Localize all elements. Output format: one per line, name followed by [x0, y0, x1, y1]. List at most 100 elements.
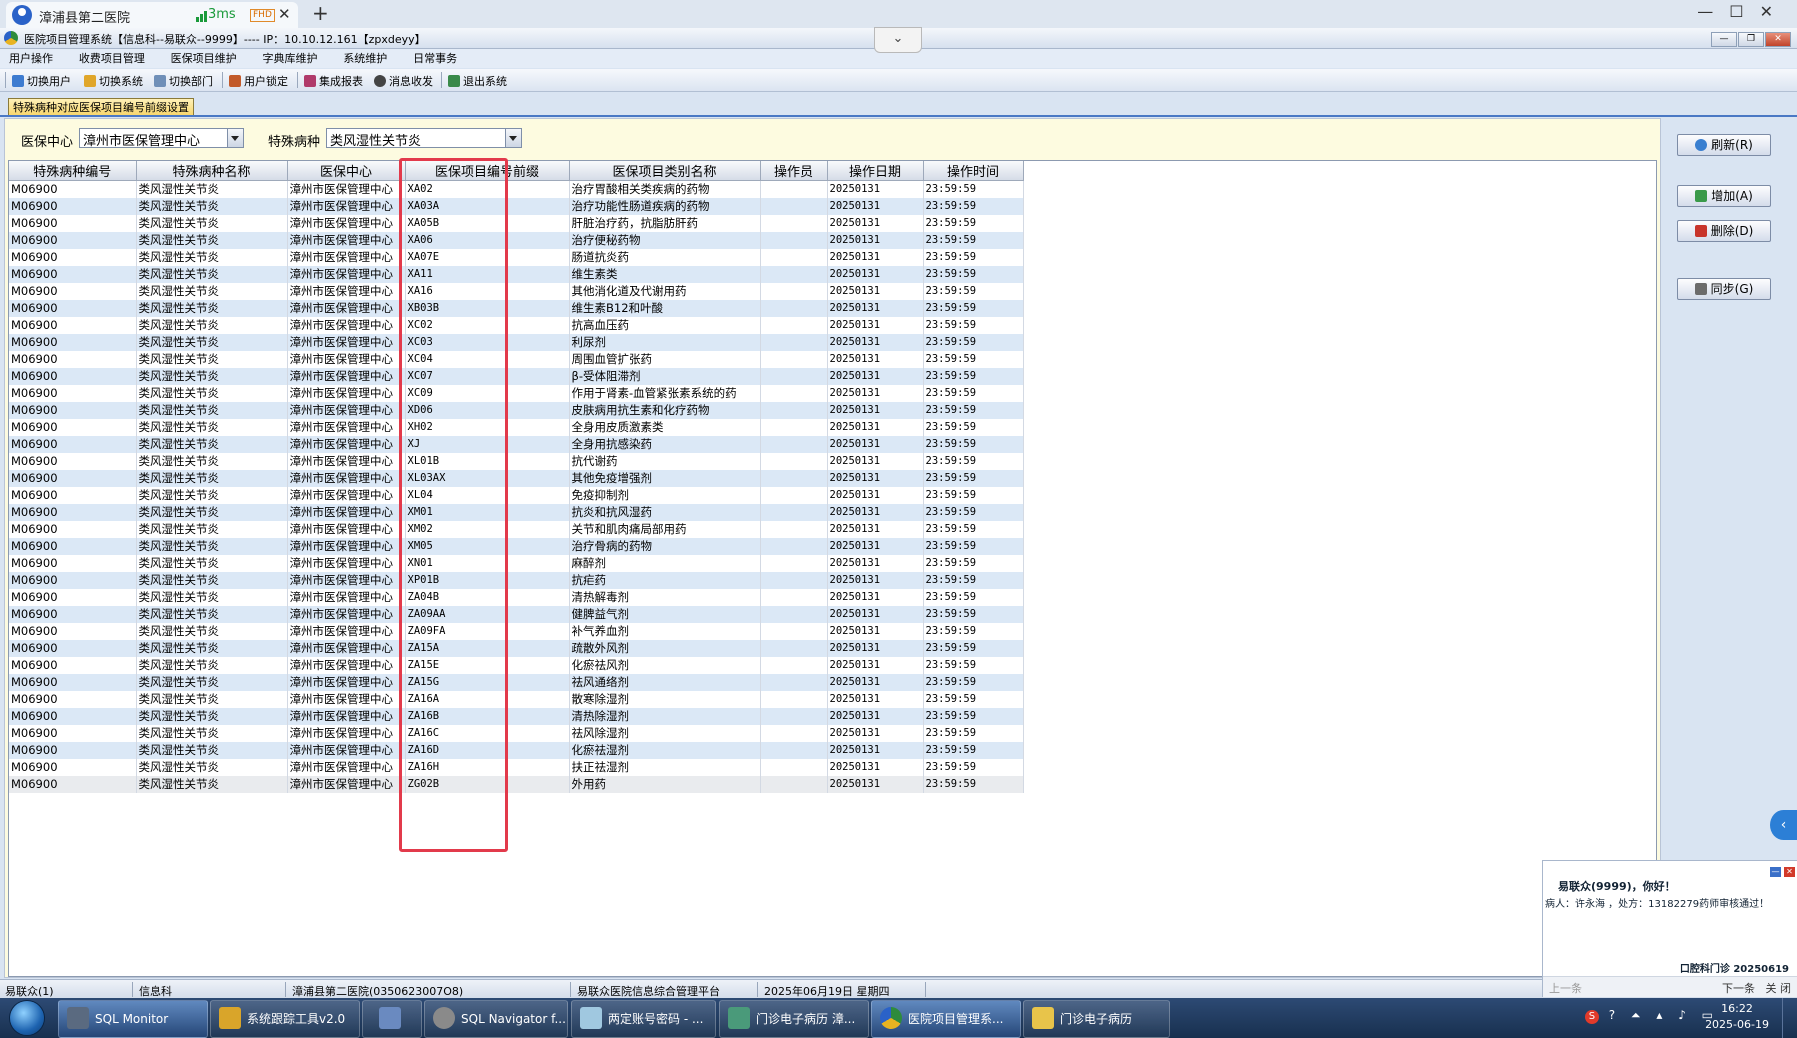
table-row[interactable]: M06900 类风湿性关节炎 漳州市医保管理中心 ZA16B 清热除湿剂 20250131…: [9, 708, 1024, 725]
menu-insurance-items[interactable]: 医保项目维护: [171, 49, 237, 68]
table-row[interactable]: M06900 类风湿性关节炎 漳州市医保管理中心 XC02 抗高血压药 20250131 2…: [9, 317, 1024, 334]
menu-system[interactable]: 系统维护: [343, 49, 387, 68]
table-row[interactable]: M06900 类风湿性关节炎 漳州市医保管理中心 ZA16C 祛风除湿剂 20250131…: [9, 725, 1024, 742]
popup-prev-button[interactable]: 上一条: [1549, 980, 1582, 996]
popup-next-button[interactable]: 下一条: [1722, 980, 1755, 996]
table-row[interactable]: M06900 类风湿性关节炎 漳州市医保管理中心 ZG02B 外用药 20250131 23…: [9, 776, 1024, 793]
table-row[interactable]: M06900 类风湿性关节炎 漳州市医保管理中心 XC04 周围血管扩张药 2025013…: [9, 351, 1024, 368]
table-row[interactable]: M06900 类风湿性关节炎 漳州市医保管理中心 XP01B 抗疟药 20250131 23…: [9, 572, 1024, 589]
add-button[interactable]: 增加(A): [1677, 185, 1771, 207]
table-row[interactable]: M06900 类风湿性关节炎 漳州市医保管理中心 ZA15A 疏散外风剂 20250131…: [9, 640, 1024, 657]
disease-select[interactable]: 类风湿性关节炎: [326, 128, 522, 149]
popup-minimize-icon[interactable]: —: [1770, 867, 1781, 877]
table-row[interactable]: M06900 类风湿性关节炎 漳州市医保管理中心 XM05 治疗骨病的药物 2025013…: [9, 538, 1024, 555]
table-row[interactable]: M06900 类风湿性关节炎 漳州市医保管理中心 ZA15G 祛风通络剂 20250131…: [9, 674, 1024, 691]
table-row[interactable]: M06900 类风湿性关节炎 漳州市医保管理中心 XA06 治疗便秘药物 20250131…: [9, 232, 1024, 249]
toolbar-message[interactable]: 消息收发: [374, 73, 433, 89]
delete-button[interactable]: 删除(D): [1677, 220, 1771, 242]
menu-daily[interactable]: 日常事务: [413, 49, 457, 68]
chevron-down-icon[interactable]: [505, 129, 521, 147]
table-row[interactable]: M06900 类风湿性关节炎 漳州市医保管理中心 XM01 抗炎和抗风湿药 2025013…: [9, 504, 1024, 521]
side-expand-icon[interactable]: ‹: [1770, 810, 1797, 840]
table-row[interactable]: M06900 类风湿性关节炎 漳州市医保管理中心 ZA09AA 健脾益气剂 2025013…: [9, 606, 1024, 623]
show-desktop-button[interactable]: [1782, 998, 1797, 1038]
table-cell: 20250131: [827, 368, 924, 385]
table-row[interactable]: M06900 类风湿性关节炎 漳州市医保管理中心 XC07 β-受体阻滞剂 2025013…: [9, 368, 1024, 385]
column-header[interactable]: 医保中心: [287, 161, 406, 181]
table-row[interactable]: M06900 类风湿性关节炎 漳州市医保管理中心 XL01B 抗代谢药 20250131 2…: [9, 453, 1024, 470]
table-row[interactable]: M06900 类风湿性关节炎 漳州市医保管理中心 XA03A 治疗功能性肠道疾病的药物 2…: [9, 198, 1024, 215]
taskbar-item-sql-navigator[interactable]: SQL Navigator f...: [424, 1000, 568, 1038]
table-row[interactable]: M06900 类风湿性关节炎 漳州市医保管理中心 ZA16A 散寒除湿剂 20250131…: [9, 691, 1024, 708]
table-row[interactable]: M06900 类风湿性关节炎 漳州市医保管理中心 XC09 作用于肾素-血管紧张素系统的…: [9, 385, 1024, 402]
column-header[interactable]: 操作日期: [827, 161, 924, 181]
taskbar-item-trace-tool[interactable]: 系统跟踪工具v2.0: [210, 1000, 360, 1038]
toolbar-user-lock[interactable]: 用户锁定: [229, 73, 288, 89]
table-row[interactable]: M06900 类风湿性关节炎 漳州市医保管理中心 XL04 免疫抑制剂 20250131 2…: [9, 487, 1024, 504]
collapse-chevron-icon[interactable]: ⌄: [874, 27, 922, 53]
table-row[interactable]: M06900 类风湿性关节炎 漳州市医保管理中心 XL03AX 其他免疫增强剂 20250…: [9, 470, 1024, 487]
table-cell: 类风湿性关节炎: [136, 555, 288, 572]
table-row[interactable]: M06900 类风湿性关节炎 漳州市医保管理中心 XA02 治疗胃酸相关类疾病的药物 20…: [9, 180, 1024, 198]
center-select[interactable]: 漳州市医保管理中心: [79, 128, 244, 149]
table-row[interactable]: M06900 类风湿性关节炎 漳州市医保管理中心 XJ 全身用抗感染药 20250131 2…: [9, 436, 1024, 453]
toolbar-exit[interactable]: 退出系统: [448, 73, 507, 89]
table-cell: 20250131: [827, 334, 924, 351]
table-row[interactable]: M06900 类风湿性关节炎 漳州市医保管理中心 ZA16H 扶正祛湿剂 20250131…: [9, 759, 1024, 776]
table-row[interactable]: M06900 类风湿性关节炎 漳州市医保管理中心 XN01 麻醉剂 20250131 23:…: [9, 555, 1024, 572]
table-cell: [760, 572, 828, 589]
table-cell: 类风湿性关节炎: [136, 453, 288, 470]
toolbar-system-switch[interactable]: 切换系统: [84, 73, 143, 89]
new-tab-button[interactable]: +: [312, 1, 329, 25]
taskbar-item-clinic-emr[interactable]: 门诊电子病历 漳...: [719, 1000, 869, 1038]
start-button[interactable]: [10, 1001, 44, 1035]
taskbar-item-remote[interactable]: [362, 1000, 422, 1038]
restore-button[interactable]: ❐: [1738, 32, 1764, 47]
table-row[interactable]: M06900 类风湿性关节炎 漳州市医保管理中心 XA11 维生素类 20250131 23…: [9, 266, 1024, 283]
taskbar-item-hospital-app[interactable]: 医院项目管理系...: [871, 1000, 1021, 1038]
column-header[interactable]: 操作时间: [923, 161, 1024, 181]
table-row[interactable]: M06900 类风湿性关节炎 漳州市医保管理中心 XA05B 肝脏治疗药，抗脂肪肝药 20…: [9, 215, 1024, 232]
menu-dictionary[interactable]: 字典库维护: [262, 49, 317, 68]
table-row[interactable]: M06900 类风湿性关节炎 漳州市医保管理中心 XA07E 肠道抗炎药 20250131…: [9, 249, 1024, 266]
taskbar-item-sql-monitor[interactable]: SQL Monitor: [58, 1000, 208, 1038]
tab-close-icon[interactable]: ✕: [278, 5, 291, 23]
input-method-icon[interactable]: S: [1584, 1010, 1599, 1024]
data-grid[interactable]: 特殊病种编号 特殊病种名称 医保中心 医保项目编号前缀 医保项目类别名称 操作员…: [8, 160, 1657, 977]
sync-button[interactable]: 同步(G): [1677, 278, 1771, 300]
taskbar-clock[interactable]: 16:22 2025-06-19: [1705, 1001, 1769, 1033]
minimize-button[interactable]: —: [1711, 32, 1737, 47]
taskbar-item-notepad[interactable]: 两定账号密码 - ...: [571, 1000, 716, 1038]
table-row[interactable]: M06900 类风湿性关节炎 漳州市医保管理中心 ZA09FA 补气养血剂 2025013…: [9, 623, 1024, 640]
table-row[interactable]: M06900 类风湿性关节炎 漳州市医保管理中心 ZA04B 清热解毒剂 20250131…: [9, 589, 1024, 606]
browser-tab[interactable]: 漳浦县第二医院 3ms FHD ✕: [6, 2, 298, 28]
table-row[interactable]: M06900 类风湿性关节炎 漳州市医保管理中心 ZA16D 化瘀祛湿剂 20250131…: [9, 742, 1024, 759]
table-row[interactable]: M06900 类风湿性关节炎 漳州市医保管理中心 XA16 其他消化道及代谢用药 2025…: [9, 283, 1024, 300]
close-button[interactable]: ✕: [1765, 32, 1791, 47]
status-separator: [757, 982, 758, 997]
popup-close-icon[interactable]: ✕: [1784, 867, 1795, 877]
toolbar-dept-switch[interactable]: 切换部门: [154, 73, 213, 89]
table-row[interactable]: M06900 类风湿性关节炎 漳州市医保管理中心 XB03B 维生素B12和叶酸 2025…: [9, 300, 1024, 317]
refresh-button[interactable]: 刷新(R): [1677, 134, 1771, 156]
window-controls[interactable]: —☐✕: [1697, 2, 1789, 21]
toolbar-user-switch[interactable]: 切换用户: [12, 73, 71, 89]
chevron-down-icon[interactable]: [227, 129, 243, 147]
system-tray[interactable]: S ? ⏶ ▴ ♪ ▭: [1584, 1008, 1719, 1024]
table-row[interactable]: M06900 类风湿性关节炎 漳州市医保管理中心 XD06 皮肤病用抗生素和化疗药物 20…: [9, 402, 1024, 419]
toolbar-report[interactable]: 集成报表: [304, 73, 363, 89]
table-row[interactable]: M06900 类风湿性关节炎 漳州市医保管理中心 XC03 利尿剂 20250131 23:…: [9, 334, 1024, 351]
table-cell: [760, 657, 828, 674]
menu-charge-items[interactable]: 收费项目管理: [79, 49, 145, 68]
column-header[interactable]: 操作员: [760, 161, 828, 181]
popup-close-button[interactable]: 关 闭: [1766, 980, 1792, 996]
taskbar-item-emr-folder[interactable]: 门诊电子病历: [1023, 1000, 1170, 1038]
table-row[interactable]: M06900 类风湿性关节炎 漳州市医保管理中心 XM02 关节和肌肉痛局部用药 2025…: [9, 521, 1024, 538]
table-cell: [760, 725, 828, 742]
column-header[interactable]: 特殊病种编号: [9, 161, 137, 181]
menu-user-ops[interactable]: 用户操作: [9, 49, 53, 68]
column-header[interactable]: 特殊病种名称: [136, 161, 288, 181]
table-row[interactable]: M06900 类风湿性关节炎 漳州市医保管理中心 XH02 全身用皮质激素类 202501…: [9, 419, 1024, 436]
column-header[interactable]: 医保项目类别名称: [569, 161, 761, 181]
table-row[interactable]: M06900 类风湿性关节炎 漳州市医保管理中心 ZA15E 化瘀祛风剂 20250131…: [9, 657, 1024, 674]
